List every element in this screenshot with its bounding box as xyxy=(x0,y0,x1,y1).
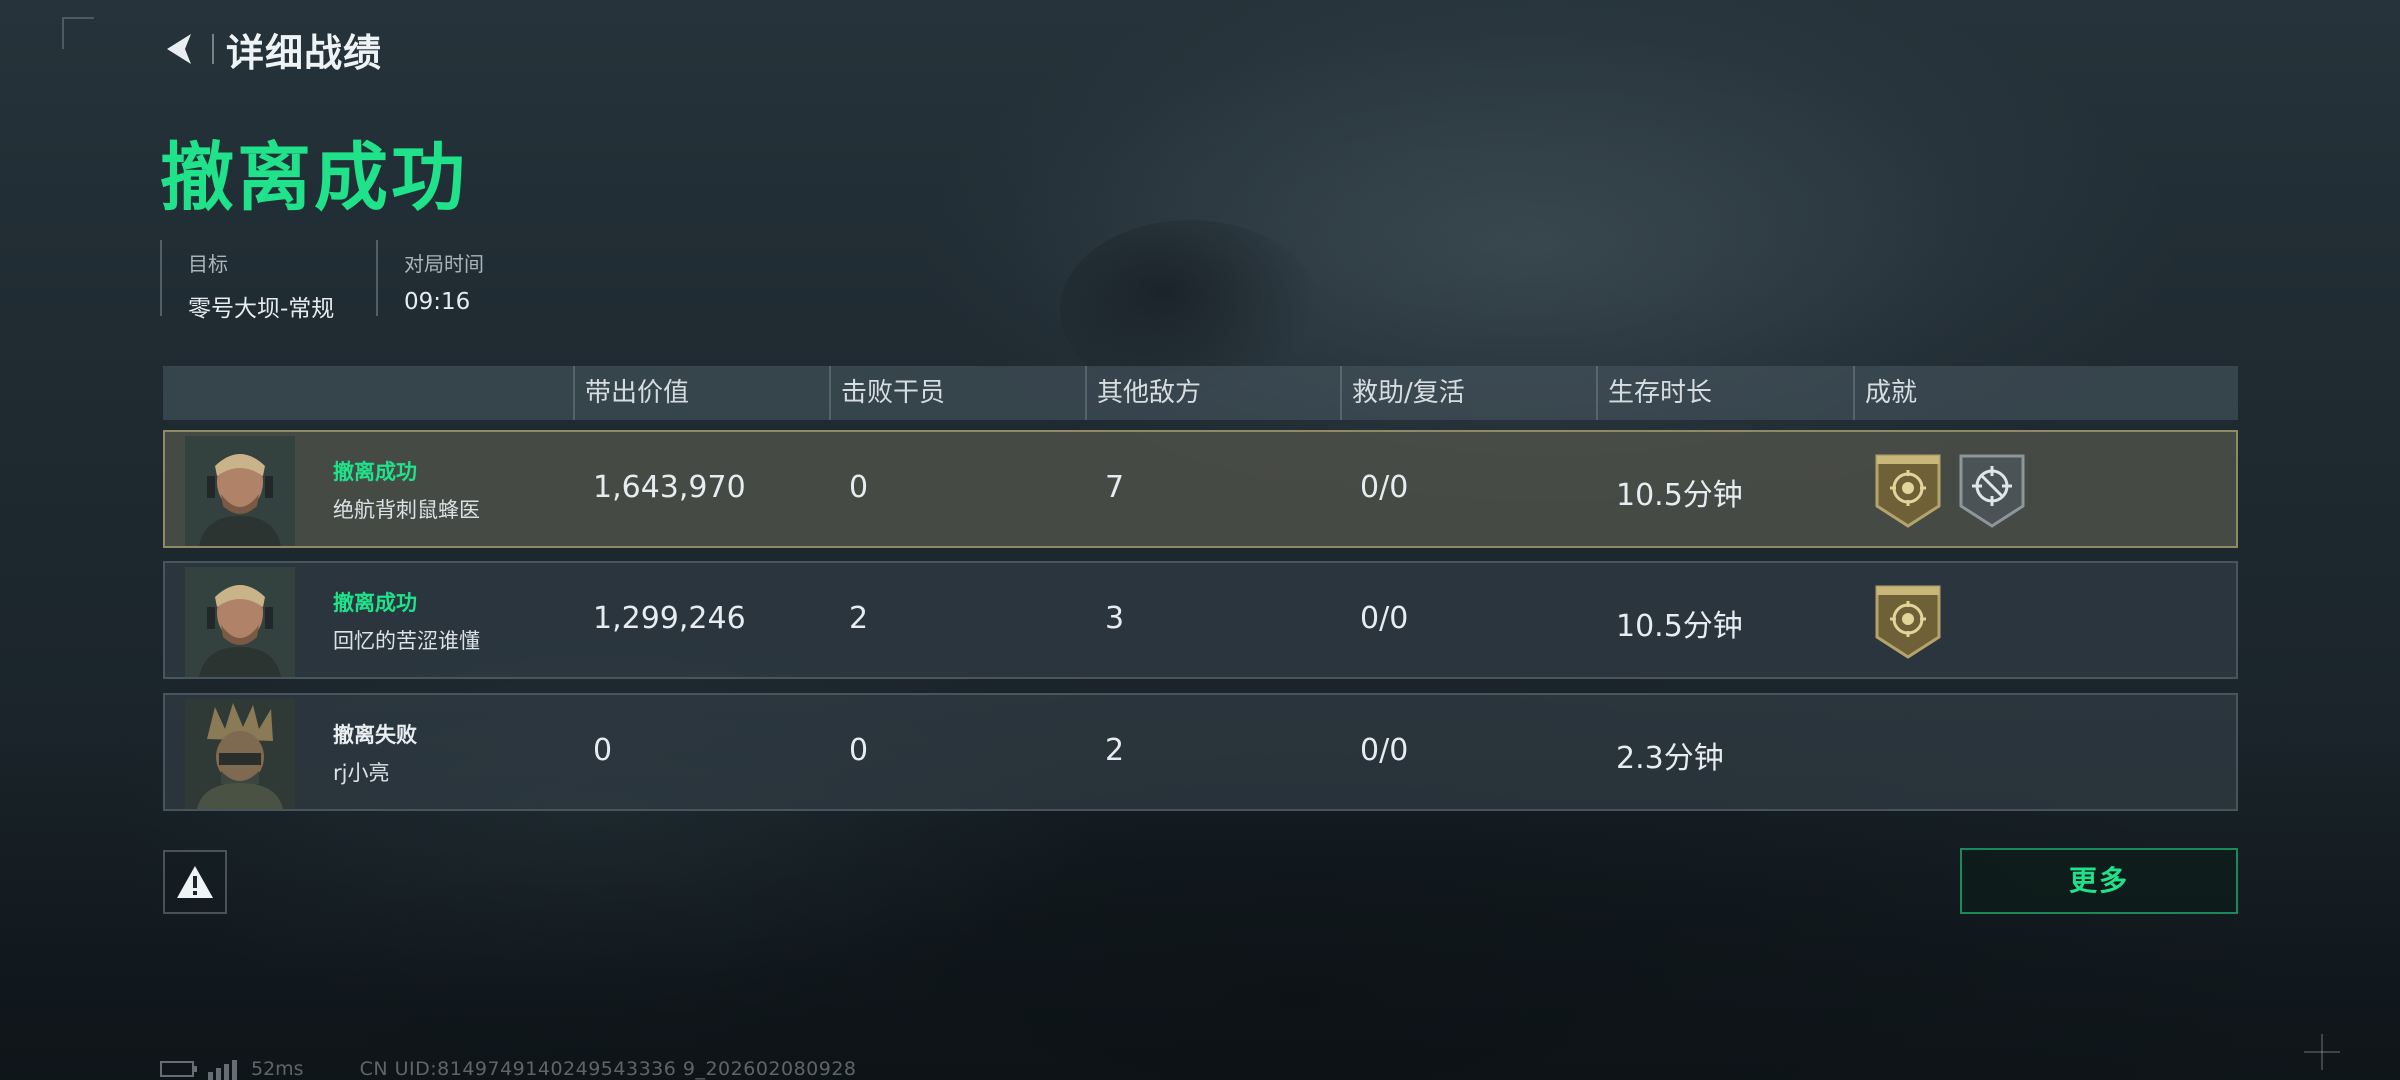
operators-defeated: 0 xyxy=(849,733,869,768)
corner-bracket-decoration xyxy=(62,17,94,49)
corner-plus-decoration xyxy=(2304,1034,2340,1070)
player-row[interactable]: 撤离成功 绝航背刺鼠蜂医 1,643,970 0 7 0/0 10.5分钟 xyxy=(163,430,2238,548)
back-arrow-icon xyxy=(167,34,191,64)
match-time-value: 09:16 xyxy=(404,289,471,315)
uid-text: CN UID:8149749140249543336 9_20260208092… xyxy=(359,1058,857,1080)
report-button[interactable] xyxy=(163,850,227,914)
more-button[interactable]: 更多 xyxy=(1960,848,2238,914)
result-title: 撤离成功 xyxy=(160,135,468,221)
battery-icon xyxy=(160,1061,197,1077)
player-avatar xyxy=(185,567,295,677)
other-enemies: 7 xyxy=(1105,470,1125,505)
ping-value: 52ms xyxy=(251,1058,304,1080)
extraction-status: 撤离失败 xyxy=(333,723,417,747)
gold-shield-badge-icon[interactable] xyxy=(1873,452,1943,528)
column-header-kills: 击败干员 xyxy=(829,366,945,420)
header-divider xyxy=(212,34,214,64)
survival-time: 10.5分钟 xyxy=(1616,609,1743,644)
player-row[interactable]: 撤离成功 回忆的苦涩谁懂 1,299,246 2 3 0/0 10.5分钟 xyxy=(163,561,2238,679)
survival-time: 10.5分钟 xyxy=(1616,478,1743,513)
other-enemies: 3 xyxy=(1105,601,1125,636)
player-avatar xyxy=(185,436,295,546)
player-row[interactable]: 撤离失败 rj小亮 0 0 2 0/0 2.3分钟 xyxy=(163,693,2238,811)
player-name: rj小亮 xyxy=(333,761,390,785)
player-name: 回忆的苦涩谁懂 xyxy=(333,629,480,653)
goal-label: 目标 xyxy=(188,252,228,276)
match-time-info: 对局时间 09:16 xyxy=(376,240,484,316)
back-button[interactable] xyxy=(160,29,200,69)
assist-revive: 0/0 xyxy=(1360,733,1409,768)
silver-crosshair-badge-icon[interactable] xyxy=(1957,452,2027,528)
player-avatar xyxy=(185,699,295,809)
player-name: 绝航背刺鼠蜂医 xyxy=(333,498,480,522)
column-header-assist: 救助/复活 xyxy=(1340,366,1465,420)
signal-icon xyxy=(208,1058,237,1080)
extracted-value: 1,643,970 xyxy=(593,470,746,505)
extraction-status: 撤离成功 xyxy=(333,591,417,615)
column-header-survival: 生存时长 xyxy=(1596,366,1712,420)
survival-time: 2.3分钟 xyxy=(1616,741,1724,776)
extracted-value: 1,299,246 xyxy=(593,601,746,636)
gold-shield-badge-icon[interactable] xyxy=(1873,583,1943,659)
page-title: 详细战绩 xyxy=(226,30,383,75)
extraction-status: 撤离成功 xyxy=(333,460,417,484)
page-header: 详细战绩 xyxy=(160,24,383,75)
table-header: 带出价值 击败干员 其他敌方 救助/复活 生存时长 成就 xyxy=(163,366,2238,420)
match-time-label: 对局时间 xyxy=(404,252,484,276)
other-enemies: 2 xyxy=(1105,733,1125,768)
column-header-achievements: 成就 xyxy=(1853,366,1917,420)
operators-defeated: 2 xyxy=(849,601,869,636)
assist-revive: 0/0 xyxy=(1360,470,1409,505)
status-footer: 52ms CN UID:8149749140249543336 9_202602… xyxy=(160,1058,857,1080)
column-header-value: 带出价值 xyxy=(573,366,689,420)
goal-value: 零号大坝-常规 xyxy=(188,296,335,322)
extracted-value: 0 xyxy=(593,733,613,768)
goal-info: 目标 零号大坝-常规 xyxy=(160,240,334,322)
warning-icon xyxy=(177,866,213,898)
assist-revive: 0/0 xyxy=(1360,601,1409,636)
column-header-other-enemies: 其他敌方 xyxy=(1085,366,1201,420)
operators-defeated: 0 xyxy=(849,470,869,505)
